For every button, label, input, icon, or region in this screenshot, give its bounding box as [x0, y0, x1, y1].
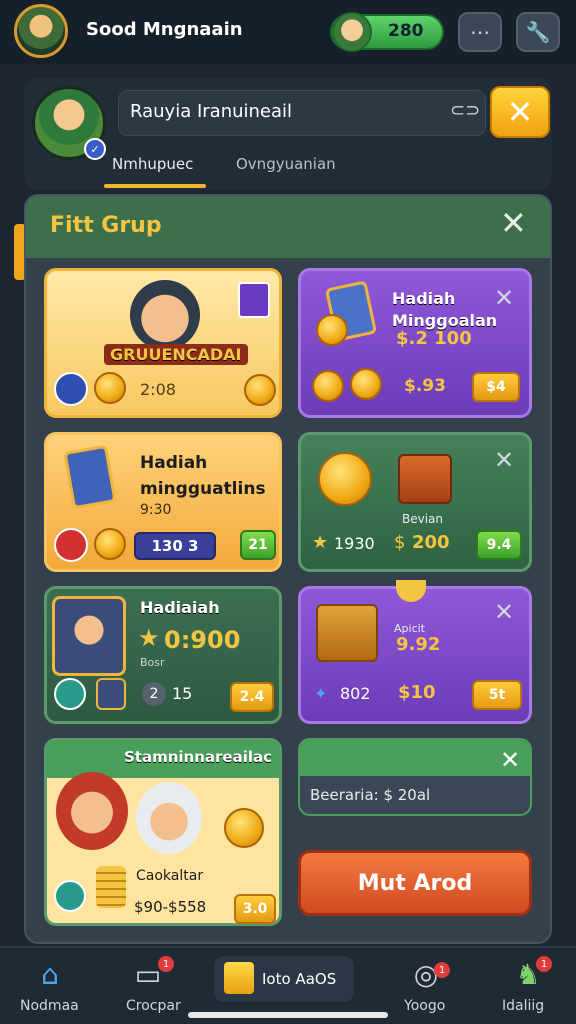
card-price: 9.92	[396, 634, 441, 655]
nav-item-shop[interactable]: Crocpar	[126, 998, 181, 1014]
ticket-icon: ✦	[314, 684, 328, 703]
settings-button[interactable]: 🔧	[516, 12, 560, 52]
close-profile-button[interactable]: ✕	[490, 86, 550, 138]
card-value-pill: 130 3	[134, 532, 216, 560]
badge-icon	[54, 880, 86, 912]
coin-icon	[312, 370, 344, 402]
notification-badge: 1	[434, 962, 450, 978]
card-close-icon[interactable]: ✕	[494, 284, 514, 312]
card-close-icon[interactable]: ✕	[494, 598, 514, 626]
player-avatar-icon[interactable]	[14, 4, 68, 58]
currency-avatar-icon	[332, 12, 372, 52]
gift-icon	[238, 282, 270, 318]
gift-box-icon	[398, 454, 452, 504]
player-portrait	[52, 596, 126, 676]
card-price: $.2 100	[396, 328, 472, 349]
active-tab-indicator	[104, 184, 206, 188]
treasure-icon	[224, 962, 254, 994]
wrench-icon: 🔧	[525, 20, 551, 44]
currency-value: 280	[388, 21, 424, 41]
main-action-button[interactable]: Mut Arod	[298, 850, 532, 916]
card-sub-value: 9:30	[140, 502, 172, 518]
coin-icon	[244, 374, 276, 406]
profile-badge-icon: ✓	[84, 138, 106, 160]
nav-item-home[interactable]: Nodmaa	[20, 998, 79, 1014]
card-title: Hadiah Minggoalan	[392, 289, 498, 330]
info-header-bar	[300, 740, 530, 776]
coin-icon	[350, 368, 382, 400]
coin-icon	[318, 452, 372, 506]
buy-button[interactable]: $4	[472, 372, 520, 402]
card-value: $.93	[404, 376, 446, 396]
player-badge-icon	[54, 372, 88, 406]
info-text: Beeraria: $ 20al	[310, 786, 431, 804]
card-name: Caokaltar	[136, 868, 204, 884]
panel-close-icon[interactable]: ✕	[500, 204, 527, 242]
coin-stack-icon	[96, 866, 126, 908]
star-icon: ★	[138, 624, 160, 652]
tab-second[interactable]: Ovngyuanian	[236, 155, 336, 173]
home-indicator	[188, 1012, 388, 1018]
player-name: Rauyia Iranuineail	[130, 101, 293, 122]
buy-button[interactable]: 2.4	[230, 682, 274, 712]
tab-first[interactable]: Nmhupuec	[112, 155, 193, 173]
game-title: Sood Mngnaain	[86, 19, 243, 40]
notification-badge: 1	[158, 956, 174, 972]
card-label: Bevian	[402, 512, 444, 526]
link-icon[interactable]: ⊂⊃	[450, 100, 480, 121]
card-header: Stamninnareailac	[124, 748, 273, 766]
coin-small-icon: $	[394, 532, 406, 553]
card-value: 0:900	[164, 626, 241, 654]
coin-icon	[94, 372, 126, 404]
nav-item-center[interactable]: Ioto AaOS	[262, 970, 336, 988]
buy-button[interactable]: 5t	[472, 680, 522, 710]
crate-icon	[316, 604, 378, 662]
home-icon[interactable]: ⌂	[28, 956, 72, 992]
buy-button[interactable]: 3.0	[234, 894, 276, 924]
card-title: Hadiah mingguatlins	[140, 453, 266, 499]
notification-badge: 1	[536, 956, 552, 972]
claim-button[interactable]: 21	[240, 530, 276, 560]
character-girl	[136, 782, 202, 854]
star-icon: ★	[312, 532, 329, 553]
card-sub-label: Bosr	[140, 656, 165, 669]
star-count: 1930	[334, 534, 375, 553]
nav-item-profile[interactable]: Idaliig	[502, 998, 544, 1014]
card-right-value: $10	[398, 682, 436, 703]
chat-icon: ⋯	[470, 20, 490, 44]
claim-button[interactable]: 9.4	[476, 530, 522, 560]
card-title: Hadiaiah	[140, 598, 220, 617]
character-illustration	[130, 280, 200, 350]
card-close-icon[interactable]: ✕	[500, 746, 520, 774]
coin-count: 200	[412, 532, 450, 553]
character-boy	[56, 772, 128, 850]
card-left-value: 802	[340, 684, 371, 703]
coin-icon	[224, 808, 264, 848]
badge-icon	[54, 528, 88, 562]
card-price-range: $90-$558	[134, 898, 207, 916]
badge-icon	[54, 678, 86, 710]
count-value: 15	[172, 684, 193, 703]
coin-icon	[94, 528, 126, 560]
count-badge: 2	[142, 682, 166, 706]
nav-item-explore[interactable]: Yoogo	[404, 998, 445, 1014]
coin-icon	[316, 314, 348, 346]
mini-avatar	[96, 678, 126, 710]
banner-value: 2:08	[140, 380, 176, 399]
panel-title: Fitt Grup	[50, 213, 162, 238]
banner-title: GRUUENCADAI	[104, 344, 248, 365]
chat-button[interactable]: ⋯	[458, 12, 502, 52]
card-close-icon[interactable]: ✕	[494, 446, 514, 474]
